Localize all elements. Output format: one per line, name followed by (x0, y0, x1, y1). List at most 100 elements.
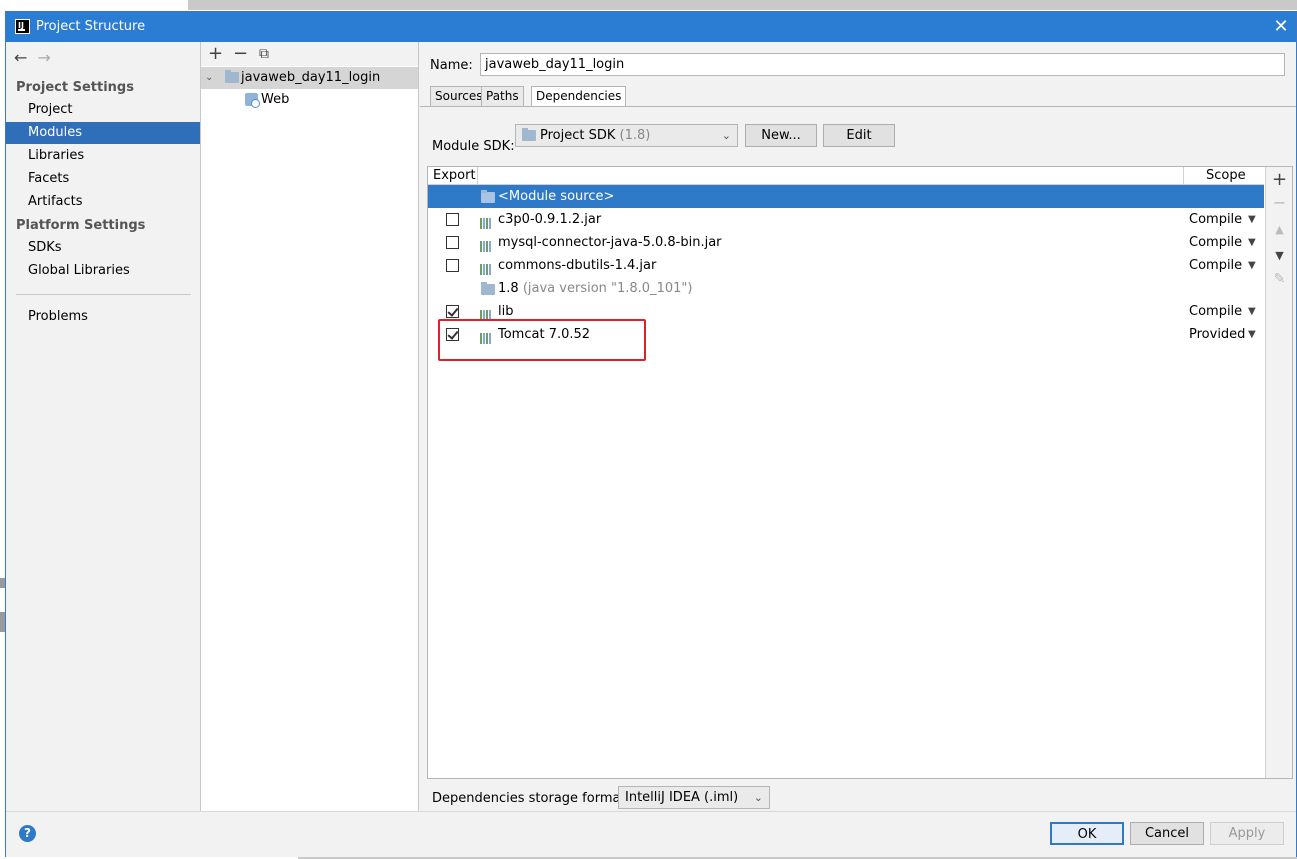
module-sdk-select[interactable]: Project SDK (1.8) ⌄ (515, 124, 738, 147)
sdk-folder-icon (522, 128, 536, 141)
nav-divider (16, 294, 191, 295)
table-row[interactable]: commons-dbutils-1.4.jar Compile ▼ (428, 254, 1264, 277)
column-separator (477, 167, 478, 185)
title-bar: IJ Project Structure ✕ (6, 12, 1296, 42)
scope-select[interactable]: Compile (1189, 208, 1242, 231)
scope-select[interactable]: Provided (1189, 323, 1245, 346)
sdk-version: (1.8) (619, 128, 651, 143)
tabs-divider (420, 106, 1296, 107)
dependency-name: commons-dbutils-1.4.jar (498, 258, 657, 273)
tree-item-module[interactable]: ⌄ javaweb_day11_login (201, 67, 418, 89)
tab-sources[interactable]: Sources (430, 86, 488, 107)
nav-item-modules[interactable]: Modules (6, 122, 200, 144)
ok-button[interactable]: OK (1050, 822, 1124, 845)
dropdown-arrow-icon[interactable]: ▼ (1248, 231, 1256, 254)
help-icon[interactable]: ? (19, 825, 36, 842)
library-icon (480, 306, 493, 321)
chevron-down-icon[interactable]: ⌄ (205, 67, 213, 89)
tab-paths[interactable]: Paths (481, 86, 524, 107)
table-row[interactable]: c3p0-0.9.1.2.jar Compile ▼ (428, 208, 1264, 231)
nav-item-sdks[interactable]: SDKs (6, 237, 200, 259)
tree-item-label: javaweb_day11_login (241, 70, 381, 85)
nav-item-global-libraries[interactable]: Global Libraries (6, 260, 200, 282)
project-settings-header: Project Settings (16, 80, 134, 95)
module-settings-panel: Name: javaweb_day11_login Sources Paths … (420, 42, 1296, 811)
intellij-logo-icon: IJ (15, 19, 30, 34)
dependencies-table: Export Scope <Module source> c3p0-0.9.1.… (427, 166, 1293, 779)
module-folder-icon (225, 70, 239, 83)
export-column-header[interactable]: Export (433, 168, 476, 183)
dropdown-arrow-icon[interactable]: ▼ (1248, 300, 1256, 323)
close-icon[interactable]: ✕ (1270, 16, 1292, 38)
new-sdk-button[interactable]: New... (745, 124, 817, 147)
export-checkbox[interactable] (446, 259, 459, 272)
library-icon (480, 214, 493, 229)
tree-item-label: Web (261, 92, 290, 107)
platform-settings-header: Platform Settings (16, 218, 146, 233)
sdk-value: Project SDK (540, 128, 616, 143)
storage-format-select[interactable]: IntelliJ IDEA (.iml) ⌄ (618, 786, 770, 809)
table-row[interactable]: mysql-connector-java-5.0.8-bin.jar Compi… (428, 231, 1264, 254)
export-checkbox[interactable] (446, 236, 459, 249)
project-structure-dialog: IJ Project Structure ✕ ← → Project Settin… (5, 11, 1297, 857)
web-facet-icon (245, 93, 260, 108)
tab-dependencies[interactable]: Dependencies (531, 86, 627, 107)
dependency-name: 1.8 (498, 281, 519, 296)
column-separator (1183, 167, 1184, 185)
nav-item-libraries[interactable]: Libraries (6, 145, 200, 167)
red-annotation-box (438, 319, 646, 361)
table-row[interactable]: <Module source> (428, 185, 1264, 208)
nav-item-facets[interactable]: Facets (6, 168, 200, 190)
dependency-toolbar: + − ▲ ▼ ✎ (1265, 167, 1292, 778)
scope-select[interactable]: Compile (1189, 254, 1242, 277)
dependency-name: <Module source> (498, 189, 615, 204)
export-checkbox[interactable] (446, 305, 459, 318)
dependency-name: c3p0-0.9.1.2.jar (498, 212, 602, 227)
module-name-input[interactable]: javaweb_day11_login (480, 53, 1285, 76)
apply-button[interactable]: Apply (1210, 822, 1284, 845)
tree-item-web[interactable]: Web (201, 89, 418, 111)
library-icon (480, 237, 493, 252)
chevron-down-icon: ⌄ (721, 129, 731, 142)
dropdown-arrow-icon[interactable]: ▼ (1248, 208, 1256, 231)
table-row[interactable]: 1.8 (java version "1.8.0_101") (428, 277, 1264, 300)
dropdown-arrow-icon[interactable]: ▼ (1248, 323, 1256, 346)
cancel-button[interactable]: Cancel (1130, 822, 1204, 845)
storage-format-value: IntelliJ IDEA (.iml) (625, 790, 739, 805)
storage-format-label: Dependencies storage format: (432, 791, 630, 806)
add-dependency-icon[interactable]: + (1266, 169, 1293, 190)
scope-select[interactable]: Compile (1189, 231, 1242, 254)
dependency-detail: (java version "1.8.0_101") (522, 281, 693, 296)
scope-column-header[interactable]: Scope (1206, 168, 1246, 183)
dependency-name: mysql-connector-java-5.0.8-bin.jar (498, 235, 722, 250)
copy-icon[interactable]: ⧉ (259, 46, 269, 62)
add-icon[interactable]: + (208, 43, 223, 64)
move-up-icon[interactable]: ▲ (1266, 223, 1293, 236)
move-down-icon[interactable]: ▼ (1266, 249, 1293, 262)
dropdown-arrow-icon[interactable]: ▼ (1248, 254, 1256, 277)
nav-item-artifacts[interactable]: Artifacts (6, 191, 200, 213)
edit-sdk-button[interactable]: Edit (823, 124, 895, 147)
remove-icon[interactable]: − (233, 43, 248, 64)
library-icon (480, 260, 493, 275)
desktop-background (188, 0, 1297, 10)
scope-select[interactable]: Compile (1189, 300, 1242, 323)
dependency-name-wrap: 1.8 (java version "1.8.0_101") (498, 277, 692, 300)
name-label: Name: (430, 58, 473, 73)
module-tree-panel: + − ⧉ ⌄ javaweb_day11_login Web (200, 42, 419, 811)
export-checkbox[interactable] (446, 213, 459, 226)
nav-history: ← → (14, 48, 61, 67)
tree-toolbar: + − ⧉ (201, 42, 418, 66)
edit-pencil-icon[interactable]: ✎ (1266, 271, 1293, 287)
nav-item-problems[interactable]: Problems (6, 306, 200, 328)
module-sdk-label: Module SDK: (432, 139, 515, 154)
module-source-folder-icon (481, 190, 495, 203)
settings-nav: ← → Project Settings Project Modules Libr… (6, 42, 200, 811)
forward-arrow-icon[interactable]: → (37, 48, 50, 67)
sdk-folder-icon (481, 282, 495, 295)
chevron-down-icon: ⌄ (753, 791, 763, 804)
remove-dependency-icon[interactable]: − (1266, 193, 1293, 212)
dialog-footer: ? OK Cancel Apply (6, 811, 1296, 857)
nav-item-project[interactable]: Project (6, 99, 200, 121)
back-arrow-icon[interactable]: ← (14, 48, 27, 67)
